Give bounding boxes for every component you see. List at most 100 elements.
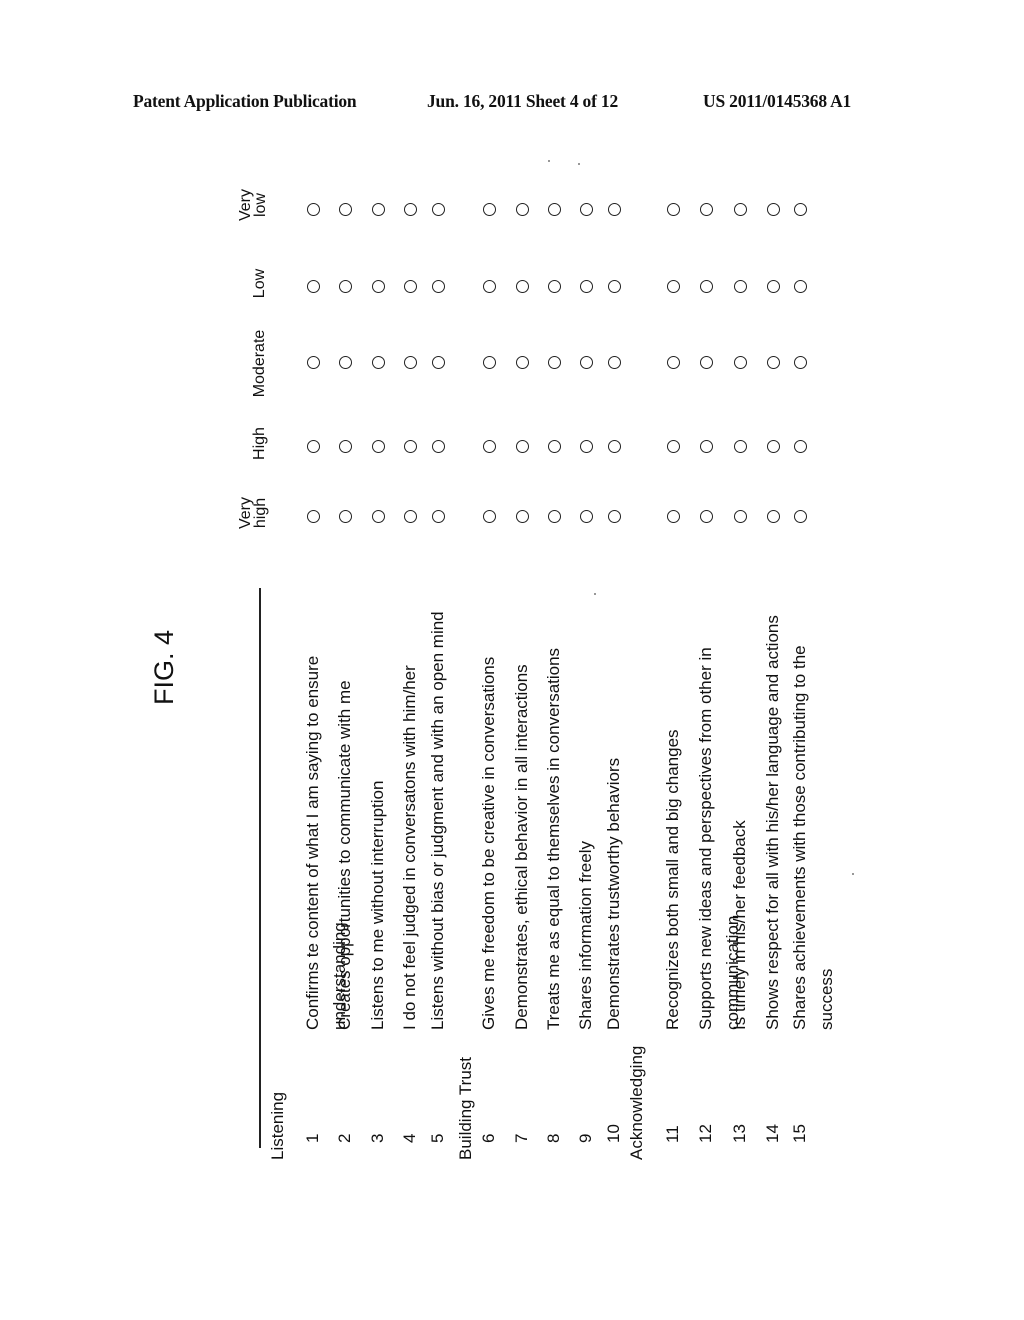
item-number: 7	[512, 1133, 531, 1143]
rating-radio-very-high[interactable]	[371, 510, 385, 524]
item-text: Confirms te content of what I am saying …	[303, 655, 322, 1030]
rating-radio-low[interactable]	[431, 280, 445, 294]
rating-radio-high[interactable]	[666, 440, 680, 454]
item-text: Listens without bias or judgment and wit…	[428, 611, 447, 1030]
rating-radio-very-high[interactable]	[607, 510, 621, 524]
rating-radio-very-low[interactable]	[666, 203, 680, 217]
item-number: 15	[790, 1124, 809, 1143]
rating-radio-moderate[interactable]	[733, 356, 747, 370]
figure-title: FIG. 4	[149, 629, 179, 705]
item-text: I do not feel judged in conversatons wit…	[400, 665, 419, 1030]
rating-radio-very-high[interactable]	[338, 510, 352, 524]
item-number: 14	[763, 1124, 782, 1143]
rating-radio-very-high[interactable]	[699, 510, 713, 524]
rating-radio-moderate[interactable]	[579, 356, 593, 370]
rating-radio-very-low[interactable]	[371, 203, 385, 217]
rating-radio-very-high[interactable]	[666, 510, 680, 524]
item-text: Demonstrates trustworthy behaviors	[604, 757, 623, 1030]
rating-radio-very-low[interactable]	[793, 203, 807, 217]
rating-radio-very-low[interactable]	[733, 203, 747, 217]
rating-radio-very-high[interactable]	[403, 510, 417, 524]
rating-radio-low[interactable]	[547, 280, 561, 294]
rating-radio-moderate[interactable]	[482, 356, 496, 370]
item-number: 9	[576, 1133, 595, 1143]
rating-radio-moderate[interactable]	[699, 356, 713, 370]
item-number: 3	[368, 1133, 387, 1143]
rating-radio-high[interactable]	[338, 440, 352, 454]
rating-radio-very-high[interactable]	[733, 510, 747, 524]
item-text-continued: success	[817, 968, 836, 1030]
rating-radio-very-low[interactable]	[431, 203, 445, 217]
scan-speck	[852, 873, 854, 875]
rating-radio-very-low[interactable]	[766, 203, 780, 217]
rating-radio-high[interactable]	[403, 440, 417, 454]
rating-radio-high[interactable]	[482, 440, 496, 454]
rating-radio-very-low[interactable]	[547, 203, 561, 217]
rating-radio-low[interactable]	[793, 280, 807, 294]
item-number: 8	[544, 1133, 563, 1143]
rating-radio-very-low[interactable]	[306, 203, 320, 217]
rating-radio-very-low[interactable]	[515, 203, 529, 217]
rating-radio-moderate[interactable]	[793, 356, 807, 370]
rating-radio-moderate[interactable]	[547, 356, 561, 370]
rating-radio-moderate[interactable]	[306, 356, 320, 370]
rating-radio-very-low[interactable]	[699, 203, 713, 217]
rating-radio-very-high[interactable]	[482, 510, 496, 524]
rating-radio-low[interactable]	[338, 280, 352, 294]
rating-radio-high[interactable]	[579, 440, 593, 454]
rating-radio-high[interactable]	[699, 440, 713, 454]
rotated-figure: FIG. 4 Very high High Moderate Low Very low Li…	[0, 0, 1024, 1320]
header-divider-line	[259, 588, 261, 1148]
rating-radio-very-high[interactable]	[766, 510, 780, 524]
rating-column-header: Low	[251, 262, 268, 305]
item-text: Shares achievements with those contribut…	[790, 645, 809, 1030]
rating-label: High	[251, 427, 268, 460]
rating-radio-low[interactable]	[403, 280, 417, 294]
rating-radio-low[interactable]	[306, 280, 320, 294]
rating-radio-low[interactable]	[766, 280, 780, 294]
rating-radio-high[interactable]	[515, 440, 529, 454]
rating-radio-high[interactable]	[431, 440, 445, 454]
rating-radio-very-low[interactable]	[338, 203, 352, 217]
rating-label: Moderate	[251, 329, 268, 398]
rating-radio-very-low[interactable]	[607, 203, 621, 217]
rating-radio-very-high[interactable]	[515, 510, 529, 524]
rating-radio-low[interactable]	[607, 280, 621, 294]
rating-radio-very-high[interactable]	[431, 510, 445, 524]
rating-radio-low[interactable]	[482, 280, 496, 294]
rating-radio-high[interactable]	[766, 440, 780, 454]
rating-radio-high[interactable]	[793, 440, 807, 454]
scan-speck	[548, 160, 550, 162]
rating-radio-moderate[interactable]	[515, 356, 529, 370]
rating-radio-very-high[interactable]	[547, 510, 561, 524]
rating-radio-low[interactable]	[515, 280, 529, 294]
item-text: Listens to me without interruption	[368, 780, 387, 1030]
rating-label: Low	[251, 268, 268, 299]
rating-radio-very-low[interactable]	[403, 203, 417, 217]
rating-radio-moderate[interactable]	[338, 356, 352, 370]
rating-radio-very-high[interactable]	[793, 510, 807, 524]
rating-radio-low[interactable]	[371, 280, 385, 294]
rating-radio-very-low[interactable]	[482, 203, 496, 217]
rating-radio-high[interactable]	[607, 440, 621, 454]
rating-radio-high[interactable]	[371, 440, 385, 454]
rating-radio-moderate[interactable]	[666, 356, 680, 370]
rating-radio-high[interactable]	[547, 440, 561, 454]
rating-radio-moderate[interactable]	[371, 356, 385, 370]
item-number: 4	[400, 1133, 419, 1143]
rating-radio-high[interactable]	[306, 440, 320, 454]
rating-radio-very-low[interactable]	[579, 203, 593, 217]
rating-radio-moderate[interactable]	[431, 356, 445, 370]
rating-radio-very-high[interactable]	[306, 510, 320, 524]
rating-radio-low[interactable]	[733, 280, 747, 294]
rating-radio-moderate[interactable]	[607, 356, 621, 370]
rating-radio-high[interactable]	[733, 440, 747, 454]
rating-radio-low[interactable]	[666, 280, 680, 294]
item-text: Creates opportunities to communicate wit…	[335, 680, 354, 1030]
rating-radio-moderate[interactable]	[403, 356, 417, 370]
rating-radio-low[interactable]	[579, 280, 593, 294]
rating-label-line2: high	[252, 497, 269, 529]
rating-radio-very-high[interactable]	[579, 510, 593, 524]
rating-radio-moderate[interactable]	[766, 356, 780, 370]
rating-radio-low[interactable]	[699, 280, 713, 294]
